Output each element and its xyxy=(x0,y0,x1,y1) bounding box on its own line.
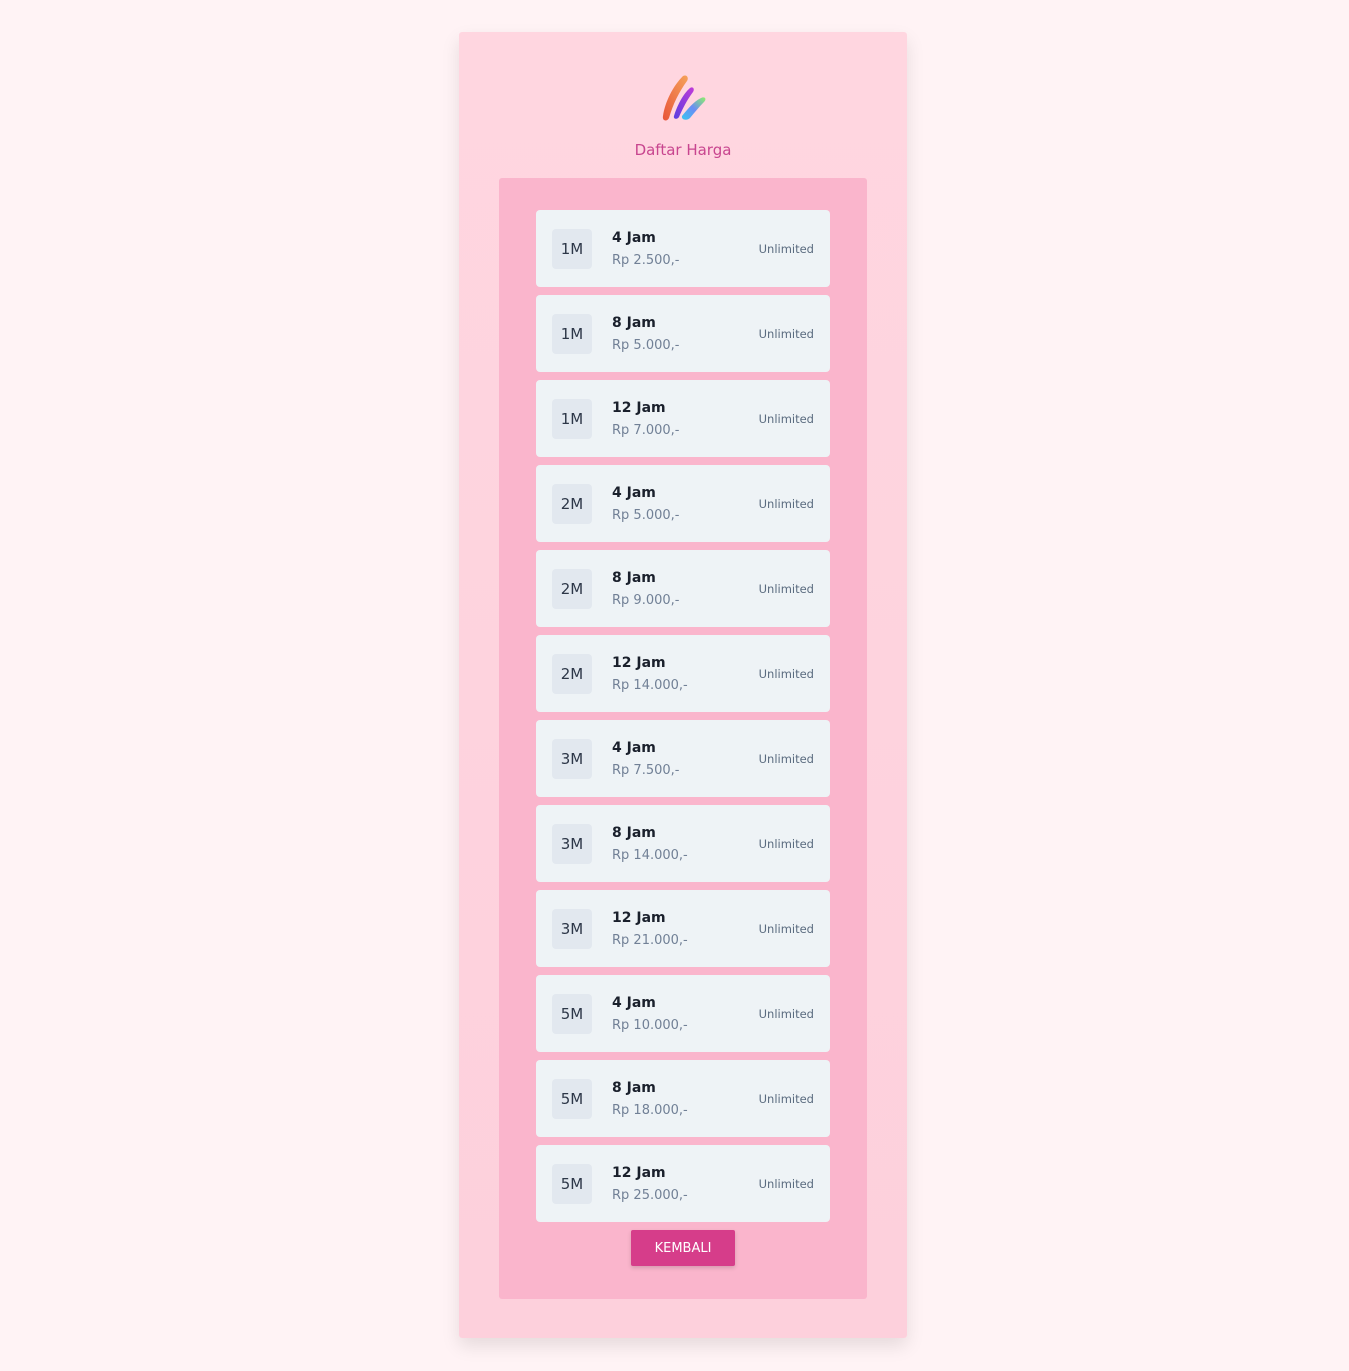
quota-badge: 3M xyxy=(552,739,592,779)
limit-label: Unlimited xyxy=(758,1092,814,1106)
price-list: 1M 4 Jam Rp 2.500,- Unlimited 1M 8 Jam Rp 5.00… xyxy=(536,210,830,1230)
list-item[interactable]: 2M 4 Jam Rp 5.000,- Unlimited xyxy=(536,465,830,542)
limit-label: Unlimited xyxy=(758,497,814,511)
duration-label: 8 Jam xyxy=(612,570,656,586)
quota-badge: 2M xyxy=(552,569,592,609)
duration-label: 4 Jam xyxy=(612,230,656,246)
price-list-card: Daftar Harga 1M 4 Jam Rp 2.500,- Unlimited 1… xyxy=(459,32,907,1338)
list-item[interactable]: 1M 4 Jam Rp 2.500,- Unlimited xyxy=(536,210,830,287)
price-label: Rp 18.000,- xyxy=(612,1103,688,1118)
quota-badge: 2M xyxy=(552,654,592,694)
list-item[interactable]: 1M 8 Jam Rp 5.000,- Unlimited xyxy=(536,295,830,372)
duration-label: 12 Jam xyxy=(612,655,666,671)
price-label: Rp 14.000,- xyxy=(612,848,688,863)
duration-label: 8 Jam xyxy=(612,315,656,331)
page-title: Daftar Harga xyxy=(634,141,732,159)
price-label: Rp 10.000,- xyxy=(612,1018,688,1033)
duration-label: 8 Jam xyxy=(612,1080,656,1096)
list-item[interactable]: 2M 12 Jam Rp 14.000,- Unlimited xyxy=(536,635,830,712)
price-label: Rp 14.000,- xyxy=(612,678,688,693)
quota-badge: 1M xyxy=(552,399,592,439)
quota-badge: 2M xyxy=(552,484,592,524)
price-label: Rp 2.500,- xyxy=(612,253,680,268)
price-label: Rp 7.500,- xyxy=(612,763,680,778)
limit-label: Unlimited xyxy=(758,1177,814,1191)
duration-label: 4 Jam xyxy=(612,995,656,1011)
list-item[interactable]: 3M 12 Jam Rp 21.000,- Unlimited xyxy=(536,890,830,967)
duration-label: 12 Jam xyxy=(612,1165,666,1181)
price-label: Rp 25.000,- xyxy=(612,1188,688,1203)
list-item[interactable]: 2M 8 Jam Rp 9.000,- Unlimited xyxy=(536,550,830,627)
list-item[interactable]: 3M 4 Jam Rp 7.500,- Unlimited xyxy=(536,720,830,797)
quota-badge: 1M xyxy=(552,314,592,354)
limit-label: Unlimited xyxy=(758,327,814,341)
list-item[interactable]: 3M 8 Jam Rp 14.000,- Unlimited xyxy=(536,805,830,882)
duration-label: 8 Jam xyxy=(612,825,656,841)
limit-label: Unlimited xyxy=(758,1007,814,1021)
back-button[interactable]: KEMBALI xyxy=(631,1230,735,1266)
quota-badge: 1M xyxy=(552,229,592,269)
price-label: Rp 7.000,- xyxy=(612,423,680,438)
duration-label: 4 Jam xyxy=(612,740,656,756)
duration-label: 4 Jam xyxy=(612,485,656,501)
quota-badge: 5M xyxy=(552,1164,592,1204)
brush-strokes-logo-icon xyxy=(662,75,706,121)
price-list-panel: 1M 4 Jam Rp 2.500,- Unlimited 1M 8 Jam Rp 5.00… xyxy=(499,178,867,1299)
limit-label: Unlimited xyxy=(758,922,814,936)
limit-label: Unlimited xyxy=(758,667,814,681)
list-item[interactable]: 5M 4 Jam Rp 10.000,- Unlimited xyxy=(536,975,830,1052)
duration-label: 12 Jam xyxy=(612,400,666,416)
quota-badge: 3M xyxy=(552,909,592,949)
price-label: Rp 21.000,- xyxy=(612,933,688,948)
list-item[interactable]: 1M 12 Jam Rp 7.000,- Unlimited xyxy=(536,380,830,457)
list-item[interactable]: 5M 12 Jam Rp 25.000,- Unlimited xyxy=(536,1145,830,1222)
price-label: Rp 9.000,- xyxy=(612,593,680,608)
limit-label: Unlimited xyxy=(758,837,814,851)
limit-label: Unlimited xyxy=(758,412,814,426)
quota-badge: 5M xyxy=(552,1079,592,1119)
limit-label: Unlimited xyxy=(758,752,814,766)
price-label: Rp 5.000,- xyxy=(612,508,680,523)
list-item[interactable]: 5M 8 Jam Rp 18.000,- Unlimited xyxy=(536,1060,830,1137)
limit-label: Unlimited xyxy=(758,582,814,596)
price-label: Rp 5.000,- xyxy=(612,338,680,353)
limit-label: Unlimited xyxy=(758,242,814,256)
quota-badge: 5M xyxy=(552,994,592,1034)
quota-badge: 3M xyxy=(552,824,592,864)
duration-label: 12 Jam xyxy=(612,910,666,926)
